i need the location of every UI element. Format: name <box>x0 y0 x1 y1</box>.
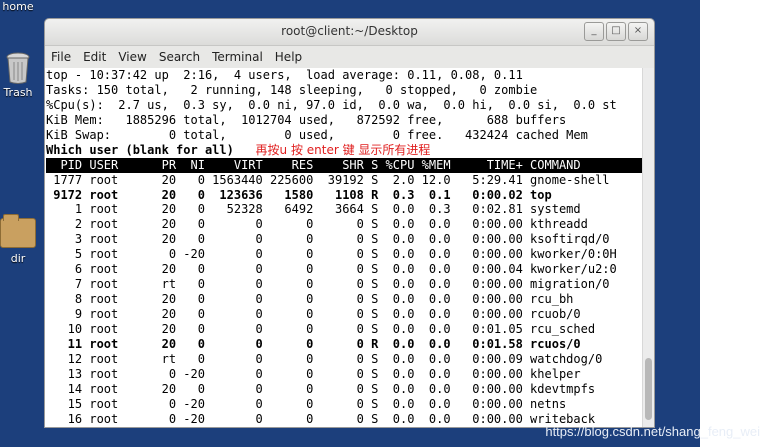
process-row: 3 root 20 0 0 0 0 S 0.0 0.0 0:00.00 ksof… <box>46 232 610 247</box>
process-row: 6 root 20 0 0 0 0 S 0.0 0.0 0:00.04 kwor… <box>46 262 617 277</box>
watermark-text: https://blog.csdn.net/shang_feng_wei <box>545 424 760 439</box>
menu-help[interactable]: Help <box>275 50 302 64</box>
folder-icon <box>0 214 36 248</box>
terminal-output[interactable]: top - 10:37:42 up 2:16, 4 users, load av… <box>45 68 643 427</box>
menu-view[interactable]: View <box>118 50 146 64</box>
process-row: 10 root 20 0 0 0 0 S 0.0 0.0 0:01.05 rcu… <box>46 321 596 336</box>
home-folder-icon[interactable]: home <box>0 0 36 13</box>
close-button[interactable]: × <box>628 22 648 41</box>
summary-line-swap: KiB Swap: 0 total, 0 used, 0 free. 43242… <box>46 127 588 142</box>
process-row: 1777 root 20 0 1563440 225600 39192 S 2.… <box>46 172 610 187</box>
process-row: 2 root 20 0 0 0 0 S 0.0 0.0 0:00.00 kthr… <box>46 217 588 232</box>
minimize-button[interactable]: _ <box>584 22 604 41</box>
menu-edit[interactable]: Edit <box>83 50 106 64</box>
window-titlebar[interactable]: root@client:~/Desktop _ □ × <box>45 19 654 46</box>
trash-icon[interactable]: Trash <box>0 52 36 99</box>
summary-line-uptime: top - 10:37:42 up 2:16, 4 users, load av… <box>46 68 523 82</box>
process-row: 9 root 20 0 0 0 0 S 0.0 0.0 0:00.00 rcuo… <box>46 307 581 321</box>
process-row: 5 root 0 -20 0 0 0 S 0.0 0.0 0:00.00 kwo… <box>46 247 617 262</box>
process-row: 13 root 0 -20 0 0 0 S 0.0 0.0 0:00.00 kh… <box>46 366 581 381</box>
process-row: 8 root 20 0 0 0 0 S 0.0 0.0 0:00.00 rcu_… <box>46 292 574 307</box>
process-row: 14 root 20 0 0 0 0 S 0.0 0.0 0:00.00 kde… <box>46 381 596 396</box>
terminal-window: root@client:~/Desktop _ □ × File Edit Vi… <box>44 18 655 428</box>
user-prompt: Which user (blank for all) <box>46 142 242 157</box>
menu-bar: File Edit View Search Terminal Help <box>45 46 654 68</box>
menu-file[interactable]: File <box>51 50 71 64</box>
menu-terminal[interactable]: Terminal <box>212 50 263 64</box>
window-title: root@client:~/Desktop <box>281 24 418 38</box>
terminal-scrollbar[interactable] <box>642 68 654 427</box>
process-row: 12 root rt 0 0 0 0 S 0.0 0.0 0:00.09 wat… <box>46 351 603 366</box>
summary-line-tasks: Tasks: 150 total, 2 running, 148 sleepin… <box>46 82 538 97</box>
summary-line-mem: KiB Mem: 1885296 total, 1012704 used, 87… <box>46 112 567 127</box>
maximize-button[interactable]: □ <box>606 22 626 41</box>
annotation-note: 再按u 按 enter 键 显示所有进程 <box>255 142 431 157</box>
menu-search[interactable]: Search <box>159 50 200 64</box>
process-table-header: PID USER PR NI VIRT RES SHR S %CPU %MEM … <box>46 157 643 173</box>
process-row: 11 root 20 0 0 0 0 R 0.0 0.0 0:01.58 rcu… <box>46 336 581 351</box>
home-label: home <box>2 0 34 13</box>
window-controls: _ □ × <box>584 22 648 41</box>
process-row: 15 root 0 -20 0 0 0 S 0.0 0.0 0:00.00 ne… <box>46 396 567 411</box>
dir-label: dir <box>10 252 26 265</box>
trash-label: Trash <box>3 86 33 99</box>
trash-can-icon <box>5 52 31 84</box>
user-prompt-line: Which user (blank for all) 再按u 按 enter 键… <box>46 143 643 158</box>
process-table-body: 1777 root 20 0 1563440 225600 39192 S 2.… <box>46 173 643 427</box>
scrollbar-thumb[interactable] <box>645 358 652 420</box>
process-row: 1 root 20 0 52328 6492 3664 S 0.0 0.3 0:… <box>46 202 581 217</box>
process-row: 9172 root 20 0 123636 1580 1108 R 0.3 0.… <box>46 187 552 202</box>
desktop-edge <box>700 0 769 447</box>
dir-folder-icon[interactable]: dir <box>0 214 36 265</box>
process-row: 7 root rt 0 0 0 0 S 0.0 0.0 0:00.00 migr… <box>46 277 610 292</box>
summary-line-cpu: %Cpu(s): 2.7 us, 0.3 sy, 0.0 ni, 97.0 id… <box>46 97 617 112</box>
